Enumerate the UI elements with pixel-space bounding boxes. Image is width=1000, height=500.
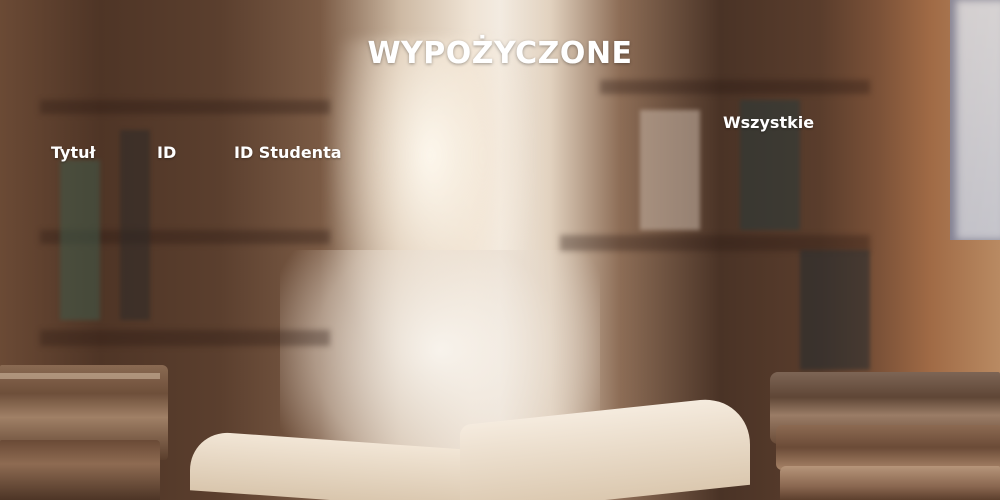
column-header-title[interactable]: Tytuł xyxy=(51,143,95,162)
open-book-left-page xyxy=(190,430,470,500)
shelf-right-1 xyxy=(600,80,870,94)
shelf-left-1 xyxy=(40,100,330,114)
open-book-right-page xyxy=(460,394,750,500)
shelf-book xyxy=(60,160,100,320)
page-title: WYPOŻYCZONE xyxy=(367,36,633,71)
shelf-left-3 xyxy=(40,330,330,346)
table-header-row: Tytuł ID ID Studenta xyxy=(0,143,400,165)
book-stack-right-bottom xyxy=(780,466,1000,500)
book-stack-right-middle xyxy=(776,425,1000,470)
book-stack-left-bottom xyxy=(0,440,160,500)
shelf-book xyxy=(640,110,700,230)
column-header-id[interactable]: ID xyxy=(157,143,176,162)
shelf-book xyxy=(800,250,870,370)
shelf-right-2 xyxy=(560,235,870,251)
library-background-image xyxy=(0,0,1000,500)
column-header-student-id[interactable]: ID Studenta xyxy=(234,143,342,162)
open-book xyxy=(190,394,750,500)
filter-all-link[interactable]: Wszystkie xyxy=(723,113,814,132)
